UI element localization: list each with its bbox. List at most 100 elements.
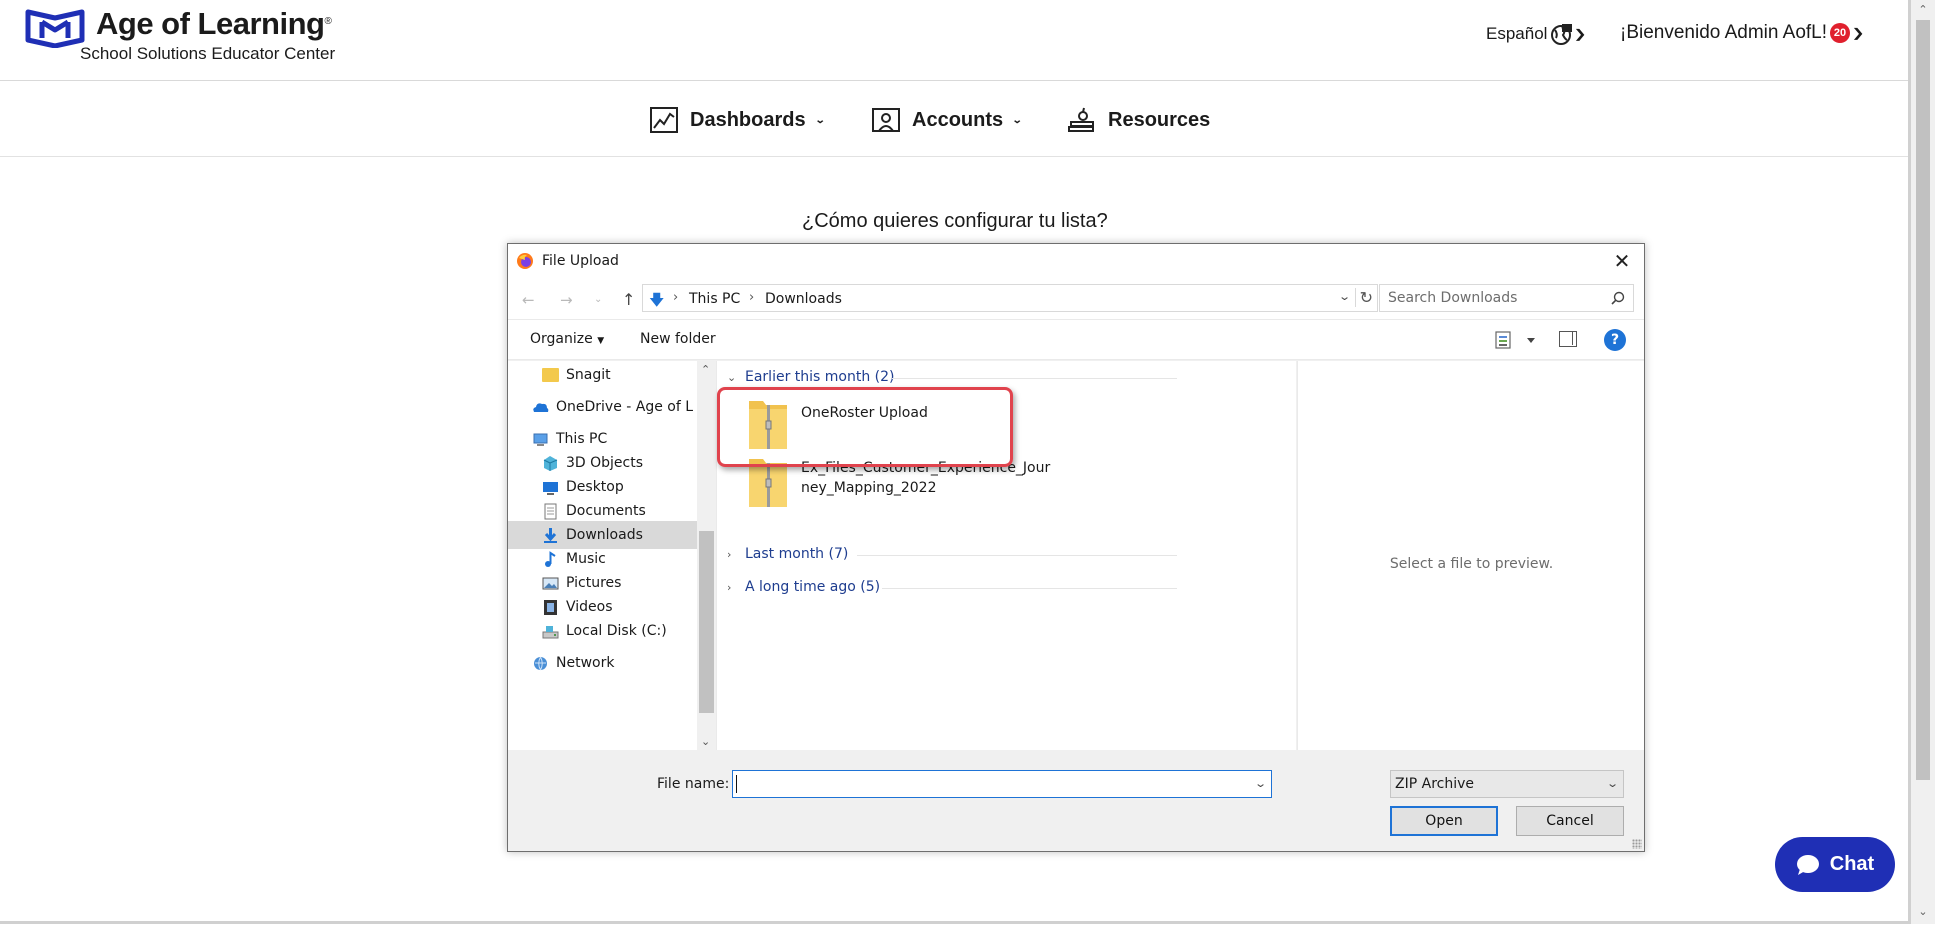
nav-pane-label: Network <box>556 655 615 671</box>
nav-resources[interactable]: Resources <box>1066 104 1210 136</box>
nav-pane-label: OneDrive - Age of L <box>556 399 694 415</box>
file-item-oneroster-upload[interactable]: OneRoster Upload <box>747 397 928 451</box>
preview-pane: Select a file to preview. <box>1297 361 1644 750</box>
3d-objects-icon <box>543 455 558 471</box>
address-bar[interactable]: 🡇 › This PC › Downloads ⌄ ↻ <box>642 284 1378 312</box>
close-icon[interactable]: ✕ <box>1610 249 1634 273</box>
open-button[interactable]: Open <box>1390 806 1498 836</box>
group-label: Earlier this month (2) <box>745 369 895 385</box>
chat-bubble-icon <box>1796 854 1819 875</box>
user-menu[interactable]: ¡Bienvenido Admin AofL! 20 ❯ <box>1620 22 1865 44</box>
collapse-chevron-icon: ⌄ <box>727 370 737 384</box>
scroll-up-icon[interactable]: ⌃ <box>701 363 710 376</box>
back-arrow-icon[interactable]: ← <box>522 291 535 309</box>
nav-pane-item-snagit[interactable]: Snagit <box>508 361 697 389</box>
group-label: Last month (7) <box>745 546 849 562</box>
logo-title: Age of Learning® <box>96 6 332 41</box>
nav-pane-item-network[interactable]: Network <box>508 649 697 677</box>
file-name-line: ney_Mapping_2022 <box>801 480 937 496</box>
search-input[interactable] <box>1380 285 1600 311</box>
group-divider <box>882 588 1177 589</box>
new-folder-button[interactable]: New folder <box>640 331 716 347</box>
breadcrumb-this-pc[interactable]: This PC <box>689 291 740 307</box>
nav-accounts[interactable]: Accounts ⌄ <box>870 104 1023 136</box>
scroll-up-icon[interactable]: ⌃ <box>1915 2 1931 18</box>
age-of-learning-logo-icon[interactable] <box>24 8 86 48</box>
forward-arrow-icon[interactable]: → <box>560 291 573 309</box>
group-divider <box>857 555 1177 556</box>
scrollbar-thumb[interactable] <box>1916 20 1930 780</box>
nav-pane-label: This PC <box>556 431 608 447</box>
scroll-down-icon[interactable]: ⌄ <box>1915 904 1931 920</box>
file-name-input[interactable] <box>733 771 1243 797</box>
group-last-month[interactable]: › Last month (7) <box>727 546 848 562</box>
chevron-down-icon[interactable]: ⌄ <box>1254 777 1267 790</box>
zip-folder-icon <box>749 401 787 449</box>
group-a-long-time-ago[interactable]: › A long time ago (5) <box>727 579 880 595</box>
file-name-label: File name: <box>657 776 730 792</box>
address-row: ← → ⌄ ↑ 🡇 › This PC › Downloads ⌄ ↻ <box>508 278 1644 320</box>
preview-placeholder: Select a file to preview. <box>1389 556 1554 572</box>
file-name-field: ⌄ <box>732 770 1272 798</box>
folder-icon <box>542 368 559 382</box>
firefox-icon <box>517 253 533 269</box>
nav-pane-item-local-disk[interactable]: Local Disk (C:) <box>508 617 697 645</box>
chevron-down-icon: ❯ <box>1851 26 1865 40</box>
globe-icon <box>1551 24 1573 45</box>
nav-pane-label: Documents <box>566 503 646 519</box>
cancel-button[interactable]: Cancel <box>1516 806 1624 836</box>
this-pc-icon <box>533 433 548 446</box>
preview-pane-icon[interactable] <box>1559 331 1577 347</box>
network-icon <box>534 656 547 670</box>
group-label: A long time ago (5) <box>745 579 881 595</box>
logo-subtitle: School Solutions Educator Center <box>80 44 336 63</box>
nav-pane-label: Local Disk (C:) <box>566 623 667 639</box>
file-upload-dialog: File Upload ✕ ← → ⌄ ↑ 🡇 › This PC › Down… <box>507 243 1645 852</box>
dropdown-triangle-icon: ▼ <box>597 336 605 346</box>
breadcrumb-downloads[interactable]: Downloads <box>765 291 842 307</box>
nav-pane-label: Music <box>566 551 606 567</box>
language-label: Español <box>1486 24 1548 43</box>
scrollbar-thumb[interactable] <box>699 531 714 713</box>
nav-pane-item-onedrive[interactable]: OneDrive - Age of L <box>508 393 697 421</box>
dialog-titlebar[interactable]: File Upload ✕ <box>508 244 1644 278</box>
downloads-arrow-icon: 🡇 <box>649 291 665 309</box>
dialog-title: File Upload <box>542 253 619 269</box>
help-icon[interactable]: ? <box>1604 329 1626 351</box>
music-icon <box>545 550 556 567</box>
breadcrumb-separator-icon: › <box>673 290 679 305</box>
nav-dashboards[interactable]: Dashboards ⌄ <box>648 104 826 136</box>
page: Age of Learning® School Solutions Educat… <box>0 0 1908 921</box>
dialog-toolbar: Organize ▼ New folder ? <box>508 320 1644 360</box>
organize-button[interactable]: Organize ▼ <box>530 331 604 347</box>
search-icon[interactable] <box>1611 291 1625 305</box>
welcome-text: ¡Bienvenido Admin AofL! <box>1620 22 1828 43</box>
scroll-down-icon[interactable]: ⌄ <box>701 735 710 748</box>
chevron-down-icon[interactable]: ⌄ <box>1338 290 1351 303</box>
videos-icon <box>544 599 557 615</box>
dashboard-chart-icon <box>650 107 678 133</box>
navigation-pane-scrollbar[interactable]: ⌃ ⌄ <box>697 361 716 750</box>
language-switcher[interactable]: Español ❯ <box>1486 22 1587 46</box>
chevron-down-icon: ⌄ <box>1011 114 1023 126</box>
page-edge-shadow <box>0 921 1911 924</box>
up-arrow-icon[interactable]: ↑ <box>622 290 635 309</box>
group-divider <box>892 378 1177 379</box>
refresh-icon[interactable]: ↻ <box>1354 288 1373 307</box>
chat-button[interactable]: Chat <box>1775 837 1895 892</box>
page-scrollbar[interactable]: ⌃ ⌄ <box>1911 0 1935 924</box>
file-item-ex-files-customer-experience[interactable]: Ex_Files_Customer_Experience_Jour ney_Ma… <box>747 455 1050 509</box>
group-earlier-this-month[interactable]: ⌄ Earlier this month (2) <box>727 369 895 385</box>
zip-folder-icon <box>749 459 787 507</box>
file-type-select[interactable]: ZIP Archive ⌄ <box>1390 770 1624 798</box>
documents-icon <box>544 503 557 519</box>
expand-chevron-icon: › <box>727 580 732 594</box>
chat-label: Chat <box>1829 853 1875 875</box>
resize-grip-icon[interactable] <box>1632 839 1642 849</box>
change-view-icon[interactable] <box>1494 329 1538 351</box>
resources-books-icon <box>1068 107 1094 132</box>
desktop-icon <box>543 481 558 495</box>
file-type-selected: ZIP Archive <box>1395 776 1474 792</box>
recent-locations-chevron-icon[interactable]: ⌄ <box>594 294 602 305</box>
chevron-down-icon: ⌄ <box>814 114 826 126</box>
